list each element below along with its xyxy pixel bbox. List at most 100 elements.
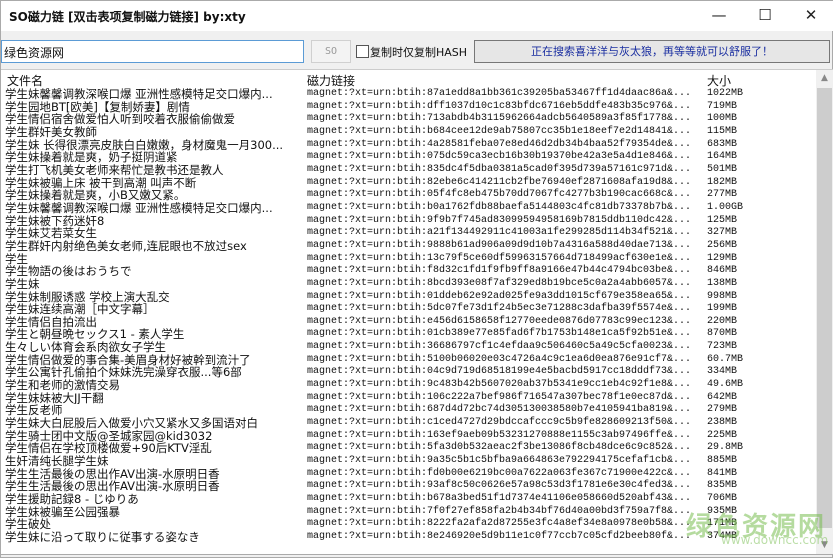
file-name-cell: 学生群奸内射绝色美女老师,连屁眼也不放过sex (5, 239, 247, 253)
magnet-link-cell: magnet:?xt=urn:btih:5fa3d0b532aeac2f3be1… (307, 442, 692, 454)
table-row[interactable]: 生々しい体育会系肉欲女子学生 magnet:?xt=urn:btih:366867… (1, 341, 816, 354)
table-row[interactable]: 学生妹连续高潮［中文字幕］ magnet:?xt=urn:btih:5dc07fe… (1, 303, 816, 316)
file-name-cell: 学生情侣宿舍做爱怕人听到咬着衣服偷偷做爱 (5, 113, 235, 126)
copy-hash-only-label[interactable]: 复制时仅复制HASH (370, 44, 467, 60)
column-header-size[interactable]: 大小 (707, 72, 731, 89)
maximize-button[interactable]: ☐ (742, 1, 788, 31)
magnet-link-cell: magnet:?xt=urn:btih:8e246920e5d9b11e1c0f… (307, 530, 692, 542)
table-row[interactable]: 学生群奸内射绝色美女老师,连屁眼也不放过sex magnet:?xt=urn:bt… (1, 240, 816, 253)
results-list[interactable]: 文件名 磁力链接 大小 学生妹馨馨调教深喉口爆 亚洲性感模特足交口爆内... ma… (1, 69, 833, 555)
table-row[interactable]: 学生群奸美女教師 magnet:?xt=urn:btih:b684cee12de9… (1, 126, 816, 139)
table-row[interactable]: 学生妹妹被大JJ干翻 magnet:?xt=urn:btih:106c222a7b… (1, 392, 816, 405)
file-name-cell: 学生打飞机美女老师来帮忙是教书还是教人 (5, 163, 224, 177)
copy-hash-only-checkbox[interactable] (356, 45, 369, 58)
magnet-link-cell: magnet:?xt=urn:btih:9f9b7f745ad830995949… (307, 214, 692, 226)
table-row[interactable]: 学生生活最後の思出作AV出演-水原明日香 magnet:?xt=urn:btih:… (1, 468, 816, 481)
table-row[interactable]: 学生和老师的激情交易 magnet:?xt=urn:btih:9c483b42b5… (1, 379, 816, 392)
magnet-link-cell: magnet:?xt=urn:btih:82ebe6c414211cb2fbe7… (307, 176, 692, 188)
magnet-link-cell: magnet:?xt=urn:btih:8bcd393e08f7af329ed8… (307, 277, 692, 289)
magnet-link-cell: magnet:?xt=urn:btih:01ddeb62e92ad025fe9a… (307, 290, 692, 302)
magnet-link-cell: magnet:?xt=urn:btih:93af8c50c0626e57a98c… (307, 480, 692, 492)
table-row[interactable]: 学生物語の後はおうちで magnet:?xt=urn:btih:f8d32c1fd… (1, 265, 816, 278)
table-row[interactable]: 学生打飞机美女老师来帮忙是教书还是教人 magnet:?xt=urn:btih:8… (1, 164, 816, 177)
size-cell: 60.7MB (707, 353, 744, 365)
size-cell: 998MB (707, 290, 738, 302)
table-row[interactable]: 学生と朝昼晩セックス1 - 素人学生 magnet:?xt=urn:btih:01… (1, 328, 816, 341)
file-name-cell: 学生妹馨馨调教深喉口爆 亚洲性感模特足交口爆内... (5, 88, 273, 101)
magnet-link-cell: magnet:?xt=urn:btih:9c483b42b5607020ab37… (307, 379, 692, 391)
table-row[interactable]: 学生妹操着就是爽，奶子挺阴道紧 magnet:?xt=urn:btih:075dc… (1, 151, 816, 164)
size-cell: 182MB (707, 176, 738, 188)
table-row[interactable]: 生奸清纯长腿学生妹 magnet:?xt=urn:btih:9a35c5b1c5b… (1, 455, 816, 468)
magnet-link-cell: magnet:?xt=urn:btih:8222fa2afa2d87255e3f… (307, 518, 692, 530)
table-row[interactable]: 学生情侣自拍流出 magnet:?xt=urn:btih:e456d6158658… (1, 316, 816, 329)
file-name-cell: 学生情侣在学校顶楼做爱+90后KTV淫乱 (5, 442, 212, 456)
table-row[interactable]: 学生妹 长得很漂亮皮肤白白嫩嫩，身材魔鬼一月300... magnet:?xt=u… (1, 139, 816, 152)
table-row[interactable]: 学生情侣宿舍做爱怕人听到咬着衣服偷偷做爱 magnet:?xt=urn:btih:… (1, 113, 816, 126)
table-row[interactable]: 学生骑士团中文版@圣城家园@kid3032 magnet:?xt=urn:btih… (1, 430, 816, 443)
table-row[interactable]: 学生妹馨馨调教深喉口爆 亚洲性感模特足交口爆内... magnet:?xt=urn… (1, 88, 816, 101)
table-row[interactable]: 学生妹 magnet:?xt=urn:btih:8bcd393e08f7af329… (1, 278, 816, 291)
table-row[interactable]: 学生妹大白屁股后入做爱小穴又紧水又多国语对白 magnet:?xt=urn:bti… (1, 417, 816, 430)
search-button[interactable]: SO (311, 40, 351, 63)
file-name-cell: 生奸清纯长腿学生妹 (5, 455, 109, 468)
size-cell: 846MB (707, 265, 738, 277)
column-header-magnet[interactable]: 磁力链接 (307, 72, 355, 89)
file-name-cell: 学生骑士团中文版@圣城家园@kid3032 (5, 429, 213, 443)
size-cell: 642MB (707, 391, 738, 403)
status-button[interactable]: 正在搜索喜洋洋与灰太狼，再等等就可以舒服了！ (474, 40, 830, 63)
table-row[interactable]: 学生公寓针孔偷拍个妹妹洗完澡穿衣服...等6部 magnet:?xt=urn:bt… (1, 366, 816, 379)
magnet-link-cell: magnet:?xt=urn:btih:163ef9aeb09b53231270… (307, 429, 692, 441)
magnet-link-cell: magnet:?xt=urn:btih:b0a1762fdb88baefa514… (307, 201, 692, 213)
size-cell: 125MB (707, 214, 738, 226)
magnet-link-cell: magnet:?xt=urn:btih:dff1037d10c1c83bfdc6… (307, 100, 692, 112)
magnet-link-cell: magnet:?xt=urn:btih:c1ced4727d29bdccafcc… (307, 417, 692, 429)
table-row[interactable]: 学生生活最後の思出作AV出演-水原明日香 magnet:?xt=urn:btih:… (1, 480, 816, 493)
file-name-cell: 学生妹 长得很漂亮皮肤白白嫩嫩，身材魔鬼一月300... (5, 138, 284, 152)
minimize-button[interactable]: — (696, 1, 742, 31)
file-name-cell: 学生物語の後はおうちで (5, 265, 132, 278)
size-cell: 49.6MB (707, 379, 744, 391)
magnet-link-cell: magnet:?xt=urn:btih:36686797cf1c4efdaa9c… (307, 341, 692, 353)
size-cell: 277MB (707, 189, 738, 201)
scrollbar-thumb[interactable] (817, 88, 832, 528)
file-name-cell: 学生妹艾若菜女生 (5, 227, 97, 240)
size-cell: 719MB (707, 100, 738, 112)
table-row[interactable]: 学生妹被下药迷奸8 magnet:?xt=urn:btih:9f9b7f745ad… (1, 215, 816, 228)
table-row[interactable]: 学生 magnet:?xt=urn:btih:13c79f5ce60df59963… (1, 253, 816, 266)
table-row[interactable]: 学生反老师 magnet:?xt=urn:btih:687d4d72bc74d30… (1, 404, 816, 417)
close-button[interactable]: ✕ (788, 1, 833, 31)
size-cell: 885MB (707, 455, 738, 467)
magnet-link-cell: magnet:?xt=urn:btih:075dc59ca3ecb16b30b1… (307, 151, 692, 163)
column-header-name[interactable]: 文件名 (7, 72, 43, 89)
scroll-up-icon[interactable]: ▲ (816, 70, 833, 87)
vertical-scrollbar[interactable]: ▲ ▼ (816, 70, 833, 554)
size-cell: 501MB (707, 163, 738, 175)
table-row[interactable]: 学生妹操着就是爽，小B又嫩又紧。 magnet:?xt=urn:btih:05f4… (1, 189, 816, 202)
magnet-link-cell: magnet:?xt=urn:btih:01cb389e77e85fad6f7b… (307, 328, 692, 340)
table-row[interactable]: 学生援助記録8 - じゆりあ magnet:?xt=urn:btih:b678a3… (1, 493, 816, 506)
table-row[interactable]: 学生妹制服诱惑 学校上演大乱交 magnet:?xt=urn:btih:01dde… (1, 291, 816, 304)
size-cell: 138MB (707, 277, 738, 289)
file-name-cell: 学生情侣做爱的事合集-美眉身材好被幹到流汁了 (5, 353, 251, 367)
size-cell: 100MB (707, 113, 738, 125)
file-name-cell: 学生妹大白屁股后入做爱小穴又紧水又多国语对白 (5, 417, 258, 430)
magnet-link-cell: magnet:?xt=urn:btih:a21f134492911c41003a… (307, 227, 692, 239)
table-row[interactable]: 学生情侣做爱的事合集-美眉身材好被幹到流汁了 magnet:?xt=urn:bti… (1, 354, 816, 367)
table-row[interactable]: 学生妹被骗上床 被干到高潮 叫声不断 magnet:?xt=urn:btih:82… (1, 177, 816, 190)
size-cell: 238MB (707, 417, 738, 429)
size-cell: 1.00GB (707, 201, 744, 213)
search-input[interactable]: 绿色资源网 (1, 40, 304, 63)
magnet-link-cell: magnet:?xt=urn:btih:13c79f5ce60df5996315… (307, 252, 692, 264)
size-cell: 870MB (707, 328, 738, 340)
table-row[interactable]: 学生妹艾若菜女生 magnet:?xt=urn:btih:a21f13449291… (1, 227, 816, 240)
table-row[interactable]: 学生妹馨馨调教深喉口爆 亚洲性感模特足交口爆内... magnet:?xt=urn… (1, 202, 816, 215)
table-row[interactable]: 学生情侣在学校顶楼做爱+90后KTV淫乱 magnet:?xt=urn:btih:… (1, 442, 816, 455)
table-row[interactable]: 学生园地BT[欧美]【复制娇妻】剧情 magnet:?xt=urn:btih:df… (1, 101, 816, 114)
size-cell: 279MB (707, 404, 738, 416)
size-cell: 256MB (707, 239, 738, 251)
magnet-link-cell: magnet:?xt=urn:btih:e456d6158658f12770ee… (307, 315, 692, 327)
size-cell: 334MB (707, 366, 738, 378)
file-name-cell: 学生と朝昼晩セックス1 - 素人学生 (5, 328, 185, 342)
file-name-cell: 学生妹妹被大JJ干翻 (5, 391, 104, 405)
